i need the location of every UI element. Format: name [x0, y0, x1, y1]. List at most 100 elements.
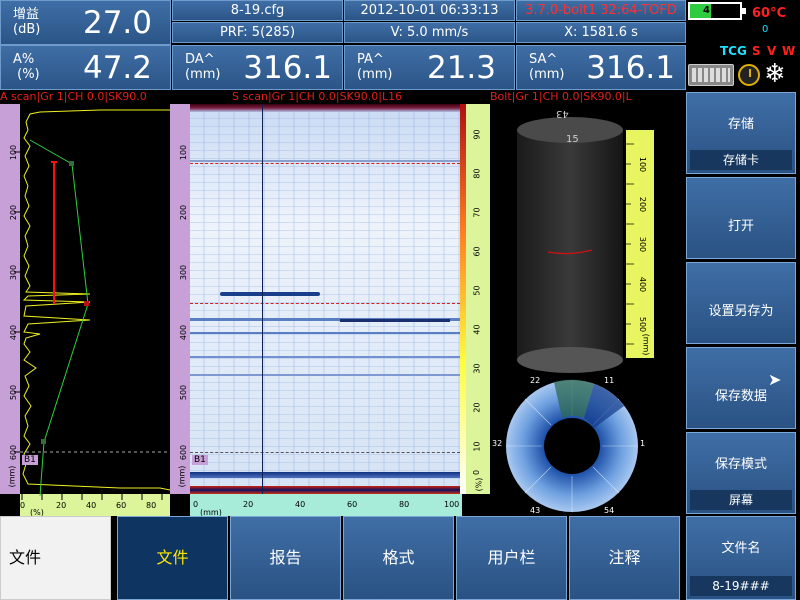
- sscan-amp-tick: 70: [472, 207, 482, 218]
- bolt-polar-view[interactable]: [494, 376, 654, 516]
- polar-label: 54: [604, 506, 615, 515]
- tab-file[interactable]: 文件: [117, 516, 228, 600]
- prf-info: PRF: 5(285): [172, 22, 343, 43]
- sscan-depth-ruler: [170, 104, 190, 494]
- sscan-amp-tick: 10: [472, 441, 482, 452]
- save-mode-label: 保存模式: [714, 457, 767, 472]
- w-indicator: W: [782, 44, 796, 58]
- bolt-top-number: 15: [566, 134, 579, 145]
- velocity-info: V: 5.0 mm/s: [344, 22, 515, 43]
- sscan-depth-tick: 400: [179, 324, 189, 341]
- sscan-index-tick: 80: [399, 500, 410, 509]
- bolt-top-number: 43: [556, 108, 569, 119]
- ascan-amp-tick: 40: [86, 501, 97, 510]
- ascan-panel[interactable]: 100 200 300 400 500 600 (mm) 0 20 40 60 …: [0, 104, 170, 517]
- filename-value: 8-19###: [690, 576, 792, 596]
- ascan-depth-tick: 600: [9, 444, 19, 461]
- freeze-icon[interactable]: ❄: [764, 60, 786, 88]
- pa-readout[interactable]: PA^ (mm) 21.3: [344, 45, 515, 90]
- da-label: DA^ (mm): [185, 52, 221, 82]
- gain-label: 增益 (dB): [13, 7, 41, 37]
- sscan-amp-tick: 60: [472, 246, 482, 257]
- tab-annotation[interactable]: 注释: [569, 516, 680, 600]
- bolt-ruler-tick: 100: [638, 156, 648, 173]
- a-percent-label: A% (%): [13, 52, 40, 82]
- s-indicator: S: [752, 44, 761, 58]
- filename-button[interactable]: 文件名 8-19###: [686, 516, 796, 600]
- sa-value: 316.1: [586, 50, 675, 86]
- temperature: 60°C: [752, 6, 787, 21]
- save-button-label: 存储: [727, 117, 754, 132]
- sscan-index-tick: 100: [444, 500, 460, 509]
- tab-format[interactable]: 格式: [343, 516, 454, 600]
- sscan-depth-tick: 600: [179, 444, 189, 461]
- da-value: 316.1: [243, 50, 332, 86]
- battery-icon: 41%: [688, 2, 746, 20]
- sscan-depth-unit: (mm): [177, 465, 187, 488]
- sa-readout[interactable]: SA^ (mm) 316.1: [516, 45, 686, 90]
- save-as-settings-label: 设置另存为: [708, 304, 774, 319]
- bolt-ruler-tick: 300: [638, 236, 648, 253]
- sscan-amp-tick: 30: [472, 363, 482, 374]
- tab-user-field[interactable]: 用户栏: [456, 516, 567, 600]
- model-info: 3.7.0-bolt1 32:64-TOFD: [516, 0, 686, 21]
- ascan-amp-tick: 0: [20, 501, 26, 510]
- battery-level: 41%: [703, 5, 727, 16]
- sscan-panel[interactable]: 100 200 300 400 500 600 (mm) 0 20 40 60 …: [170, 104, 490, 517]
- da-readout[interactable]: DA^ (mm) 316.1: [172, 45, 343, 90]
- sscan-amp-tick: 50: [472, 285, 482, 296]
- pa-value: 21.3: [426, 50, 496, 86]
- sscan-depth-tick: 200: [179, 204, 189, 221]
- v-indicator: V: [767, 44, 777, 58]
- sscan-amp-tick: 80: [472, 168, 482, 179]
- sscan-amplitude-ruler: [466, 104, 490, 494]
- zero-indicator: 0: [762, 24, 769, 35]
- ascan-depth-tick: 500: [9, 384, 19, 401]
- ascan-depth-unit: (mm): [7, 465, 17, 488]
- sscan-depth-tick: 300: [179, 264, 189, 281]
- sscan-title: S scan|Gr 1|CH 0.0|SK90.0|L16: [232, 90, 482, 104]
- sa-label: SA^ (mm): [529, 52, 565, 82]
- status-area: 41% 60°C TCG S V W 0 ❄: [686, 0, 800, 90]
- polar-label: 11: [604, 376, 615, 385]
- sscan-gate-label: B1: [192, 455, 208, 465]
- tcg-indicator: TCG: [720, 44, 747, 58]
- polar-label: 32: [492, 439, 503, 448]
- bolt-panel[interactable]: 43 15 100 200 300 400 500 (mm) 22 11 1 3…: [490, 104, 684, 516]
- save-button[interactable]: 存储 存储卡: [686, 92, 796, 174]
- save-mode-button[interactable]: 保存模式 屏幕: [686, 432, 796, 514]
- polar-label: 43: [530, 506, 541, 515]
- date-time: 2012-10-01 06:33:13: [344, 0, 515, 21]
- gain-value: 27.0: [82, 5, 152, 41]
- open-button[interactable]: 打开: [686, 177, 796, 259]
- bolt-ruler-tick: 500: [638, 316, 648, 333]
- ascan-gate-label: B1: [22, 455, 38, 465]
- gain-readout[interactable]: 增益 (dB) 27.0: [0, 0, 171, 45]
- timer-icon[interactable]: [738, 64, 760, 86]
- bolt-ruler-tick: 400: [638, 276, 648, 293]
- tab-file-title[interactable]: 文件: [0, 516, 111, 600]
- bolt-ruler-tick: 200: [638, 196, 648, 213]
- sscan-amp-tick: 0: [472, 469, 482, 476]
- open-button-label: 打开: [727, 219, 754, 234]
- keyboard-icon[interactable]: [688, 64, 734, 86]
- sscan-amp-unit: (%): [474, 477, 484, 492]
- mouse-cursor-icon: ➤: [768, 370, 782, 389]
- sscan-image[interactable]: [190, 104, 460, 494]
- ascan-amp-tick: 80: [146, 501, 157, 510]
- x-position-info: X: 1581.6 s: [516, 22, 686, 43]
- bolt-ruler-unit: (mm): [641, 333, 651, 356]
- tab-report[interactable]: 报告: [230, 516, 341, 600]
- sscan-index-ruler: [190, 494, 462, 516]
- save-as-settings-button[interactable]: 设置另存为: [686, 262, 796, 344]
- sscan-depth-tick: 500: [179, 384, 189, 401]
- sscan-index-tick: 20: [243, 500, 254, 509]
- ascan-depth-tick: 200: [9, 204, 19, 221]
- bolt-cylinder[interactable]: [490, 104, 684, 376]
- sscan-amp-tick: 40: [472, 324, 482, 335]
- a-percent-readout[interactable]: A% (%) 47.2: [0, 45, 171, 90]
- sscan-index-tick: 60: [347, 500, 358, 509]
- storage-card-value: 存储卡: [690, 150, 792, 170]
- a-percent-value: 47.2: [82, 50, 152, 86]
- config-file: 8-19.cfg: [172, 0, 343, 21]
